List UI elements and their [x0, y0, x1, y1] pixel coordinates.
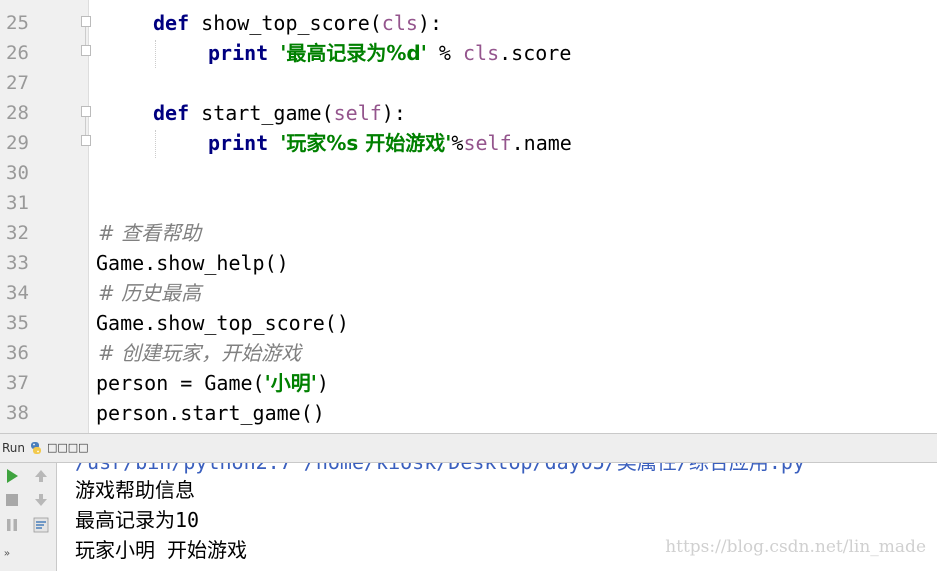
keyword: print	[208, 131, 269, 155]
run-toolwindow-header: Run □□□□	[0, 433, 937, 463]
code-comment: # 历史最高	[98, 281, 202, 305]
code-text: person = Game(	[96, 371, 265, 395]
more-icon[interactable]: »	[2, 545, 16, 559]
watermark: https://blog.csdn.net/lin_made	[665, 537, 926, 557]
fold-end-icon[interactable]	[81, 45, 91, 56]
code-line-35: Game.show_top_score()	[96, 311, 349, 335]
operator: %	[426, 41, 463, 65]
operator: %	[451, 131, 464, 155]
code-line-33: Game.show_help()	[96, 251, 289, 275]
down-arrow-icon[interactable]	[33, 492, 49, 508]
console-line: 最高记录为10	[75, 508, 200, 532]
self-ref: self	[463, 131, 512, 155]
line-number: 36	[6, 342, 29, 364]
code-comment: # 创建玩家，开始游戏	[98, 341, 302, 365]
stop-icon[interactable]	[4, 492, 20, 508]
line-number: 34	[6, 282, 29, 304]
fold-connector	[85, 27, 86, 45]
attribute: .name	[511, 131, 572, 155]
function-name: start_game(	[201, 101, 334, 125]
line-number: 29	[6, 132, 29, 154]
indent-guide	[155, 40, 156, 68]
line-number: 30	[6, 162, 29, 184]
keyword: def	[153, 101, 190, 125]
fold-marker-icon[interactable]	[81, 16, 91, 27]
line-number: 31	[6, 192, 29, 214]
up-arrow-icon[interactable]	[33, 468, 49, 484]
punct: ):	[381, 101, 406, 125]
fold-marker-icon[interactable]	[81, 106, 91, 117]
punct: ):	[417, 11, 443, 35]
console-line: 玩家小明 开始游戏	[75, 538, 248, 562]
line-number: 38	[6, 402, 29, 424]
line-number: 33	[6, 252, 29, 274]
run-toolbar: »	[0, 463, 57, 571]
string-literal: '最高记录为%d'	[280, 41, 427, 65]
pause-icon[interactable]	[4, 517, 20, 533]
line-number: 32	[6, 222, 29, 244]
parameter: self	[333, 101, 382, 125]
function-name: show_top_score(	[201, 11, 382, 35]
run-label: Run	[2, 441, 26, 455]
line-number: 28	[6, 102, 29, 124]
code-line-25: def show_top_score(cls):	[153, 8, 442, 38]
parameter: cls	[381, 11, 418, 35]
string-literal: '玩家%s 开始游戏'	[280, 131, 452, 155]
line-number: 26	[6, 42, 29, 64]
wrap-icon[interactable]	[33, 517, 49, 533]
code-line-37: person = Game('小明')	[96, 368, 329, 398]
attribute: .score	[499, 41, 572, 65]
line-number: 37	[6, 372, 29, 394]
line-number: 27	[6, 72, 29, 94]
indent-guide	[155, 130, 156, 158]
self-ref: cls	[463, 41, 500, 65]
code-line-28: def start_game(self):	[153, 98, 406, 128]
code-line-38: person.start_game()	[96, 401, 325, 425]
keyword: print	[208, 41, 269, 65]
code-comment: # 查看帮助	[98, 221, 202, 245]
run-tab-label[interactable]: □□□□	[47, 441, 89, 454]
code-editor[interactable]: 25 26 27 28 29 30 31 32 33 34 35 36 37 3…	[0, 0, 937, 433]
fold-connector	[85, 117, 86, 135]
console-line: 游戏帮助信息	[75, 478, 195, 502]
punct: )	[316, 371, 329, 395]
code-line-29: print '玩家%s 开始游戏'%self.name	[208, 128, 572, 158]
fold-end-icon[interactable]	[81, 135, 91, 146]
string-literal: '小明'	[264, 371, 317, 395]
line-number: 25	[6, 12, 29, 34]
keyword: def	[153, 11, 190, 35]
code-line-26: print '最高记录为%d' % cls.score	[208, 38, 571, 68]
line-number: 35	[6, 312, 29, 334]
play-icon[interactable]	[4, 468, 20, 484]
svg-text:»: »	[4, 547, 10, 559]
python-icon	[31, 442, 41, 454]
